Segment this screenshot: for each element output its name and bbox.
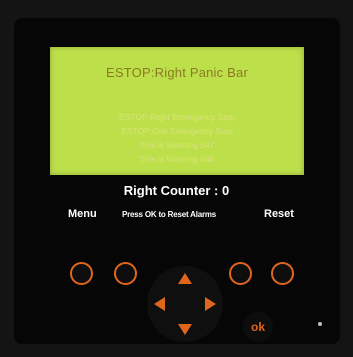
right-arrow-icon[interactable] [205,297,216,311]
lcd-screen: ESTOP:Right Panic Bar ESTOP:Right Emerge… [50,47,304,175]
ok-button[interactable]: ok [243,312,273,342]
softkey-button-2[interactable] [114,262,137,285]
right-counter-text: Right Counter : 0 [123,183,230,198]
direction-pad [148,267,222,341]
softkey-button-3[interactable] [229,262,252,285]
softkey-button-1[interactable] [70,262,93,285]
alarm-line: ESTOP:Cab Emergency Stop [121,126,233,136]
status-led [318,322,322,326]
alarm-title: ESTOP:Right Panic Bar [106,65,248,80]
up-arrow-icon[interactable] [178,273,192,284]
alarm-line: This is Warning 546 [139,154,215,164]
alarm-line: ESTOP:Right Emergency Stop [118,112,236,122]
down-arrow-icon[interactable] [178,324,192,335]
left-arrow-icon[interactable] [154,297,165,311]
softkey-button-4[interactable] [271,262,294,285]
alarm-line: This is Warning 547 [139,140,215,150]
reset-hint-text: Press OK to Reset Alarms [122,210,217,219]
reset-softkey-label: Reset [264,208,294,220]
menu-softkey-label: Menu [68,208,97,220]
